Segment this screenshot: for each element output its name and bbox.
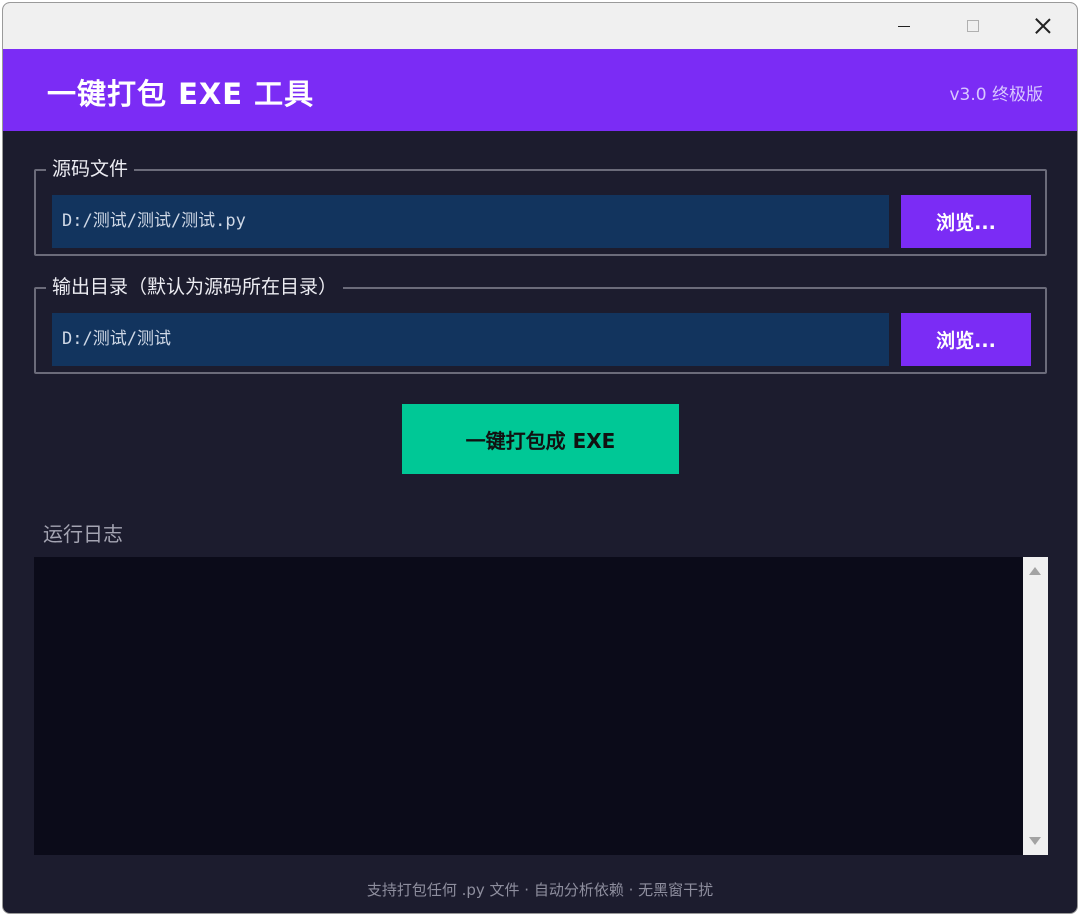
pack-exe-button[interactable]: 一键打包成 EXE bbox=[402, 404, 679, 474]
output-dir-legend: 输出目录（默认为源码所在目录） bbox=[46, 275, 344, 299]
minimize-button[interactable] bbox=[869, 3, 939, 49]
maximize-button[interactable] bbox=[938, 3, 1008, 49]
source-file-legend: 源码文件 bbox=[46, 157, 135, 181]
log-label: 运行日志 bbox=[43, 522, 123, 546]
version-label: v3.0 终极版 bbox=[949, 85, 1044, 105]
source-browse-button[interactable]: 浏览... bbox=[901, 195, 1031, 248]
app-header: 一键打包 EXE 工具 v3.0 终极版 bbox=[3, 49, 1077, 131]
arrow-down-icon[interactable] bbox=[1029, 837, 1041, 845]
arrow-up-icon[interactable] bbox=[1029, 567, 1041, 575]
minimize-icon bbox=[898, 25, 910, 27]
close-button[interactable] bbox=[1008, 3, 1077, 49]
output-path-input[interactable] bbox=[52, 313, 889, 366]
output-browse-button[interactable]: 浏览... bbox=[901, 313, 1031, 366]
app-window: 一键打包 EXE 工具 v3.0 终极版 源码文件 浏览... 输出目录（默认为… bbox=[2, 2, 1078, 914]
source-file-group: 源码文件 浏览... bbox=[34, 157, 1047, 256]
close-icon bbox=[1035, 18, 1051, 34]
footer-text: 支持打包任何 .py 文件 · 自动分析依赖 · 无黑窗干扰 bbox=[366, 881, 714, 899]
output-dir-group: 输出目录（默认为源码所在目录） 浏览... bbox=[34, 275, 1047, 374]
source-path-input[interactable] bbox=[52, 195, 889, 248]
app-title: 一键打包 EXE 工具 bbox=[47, 77, 315, 111]
title-bar bbox=[3, 3, 1077, 49]
maximize-icon bbox=[967, 20, 979, 32]
log-scrollbar[interactable] bbox=[1023, 557, 1048, 855]
log-textarea[interactable] bbox=[34, 557, 1023, 855]
